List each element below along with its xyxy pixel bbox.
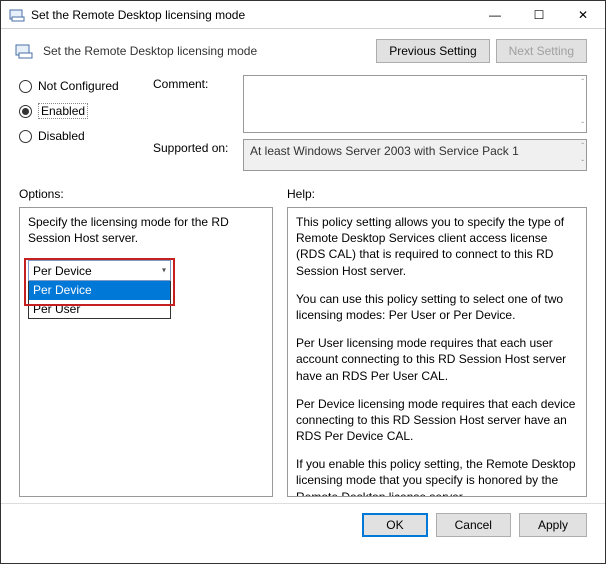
- help-text: This policy setting allows you to specif…: [296, 214, 578, 279]
- chevron-down-icon: ▾: [162, 265, 166, 276]
- subheader: Set the Remote Desktop licensing mode Pr…: [1, 29, 605, 75]
- scroll-up-icon: ˆ: [581, 78, 584, 87]
- config-area: Not Configured Enabled Disabled Comment:…: [1, 75, 605, 187]
- options-panel: Specify the licensing mode for the RD Se…: [19, 207, 273, 497]
- minimize-button[interactable]: —: [473, 1, 517, 29]
- radio-icon: [19, 80, 32, 93]
- state-radios: Not Configured Enabled Disabled: [19, 75, 139, 177]
- cancel-button[interactable]: Cancel: [436, 513, 511, 537]
- radio-icon: [19, 130, 32, 143]
- comment-input[interactable]: ˆ ˇ: [243, 75, 587, 133]
- radio-label: Not Configured: [38, 79, 119, 93]
- policy-icon: [15, 43, 35, 59]
- radio-not-configured[interactable]: Not Configured: [19, 79, 139, 93]
- supported-on-value: At least Windows Server 2003 with Servic…: [243, 139, 587, 171]
- scroll-down-icon: ˇ: [581, 159, 584, 168]
- close-button[interactable]: ✕: [561, 1, 605, 29]
- window-controls: — ☐ ✕: [473, 1, 605, 29]
- radio-icon: [19, 105, 32, 118]
- policy-icon: [9, 7, 25, 23]
- comment-label: Comment:: [153, 75, 243, 91]
- dropdown-value: Per Device: [33, 263, 92, 279]
- help-text: Per User licensing mode requires that ea…: [296, 335, 578, 384]
- radio-label: Enabled: [38, 103, 88, 119]
- options-heading: Specify the licensing mode for the RD Se…: [28, 214, 264, 246]
- titlebar: Set the Remote Desktop licensing mode — …: [1, 1, 605, 29]
- columns: Options: Specify the licensing mode for …: [1, 187, 605, 503]
- help-text: If you enable this policy setting, the R…: [296, 456, 578, 497]
- licensing-mode-dropdown[interactable]: Per Device ▾ Per Device Per User: [28, 260, 171, 318]
- ok-button[interactable]: OK: [362, 513, 427, 537]
- supported-on-label: Supported on:: [153, 139, 243, 155]
- help-text: You can use this policy setting to selec…: [296, 291, 578, 323]
- footer: OK Cancel Apply: [1, 503, 605, 545]
- dropdown-item-per-device[interactable]: Per Device: [29, 281, 170, 299]
- radio-label: Disabled: [38, 129, 85, 143]
- help-header: Help:: [287, 187, 587, 201]
- help-text: Per Device licensing mode requires that …: [296, 396, 578, 445]
- options-header: Options:: [19, 187, 273, 201]
- scroll-down-icon: ˇ: [581, 121, 584, 130]
- page-title: Set the Remote Desktop licensing mode: [43, 44, 368, 58]
- maximize-button[interactable]: ☐: [517, 1, 561, 29]
- window-title: Set the Remote Desktop licensing mode: [31, 8, 473, 22]
- dropdown-list: Per Device Per User: [28, 280, 171, 318]
- apply-button[interactable]: Apply: [519, 513, 587, 537]
- next-setting-button: Next Setting: [496, 39, 587, 63]
- help-panel: This policy setting allows you to specif…: [287, 207, 587, 497]
- previous-setting-button[interactable]: Previous Setting: [376, 39, 489, 63]
- dropdown-item-per-user[interactable]: Per User: [29, 300, 170, 318]
- dropdown-button[interactable]: Per Device ▾: [28, 260, 171, 281]
- radio-enabled[interactable]: Enabled: [19, 103, 139, 119]
- radio-disabled[interactable]: Disabled: [19, 129, 139, 143]
- scroll-up-icon: ˆ: [581, 142, 584, 151]
